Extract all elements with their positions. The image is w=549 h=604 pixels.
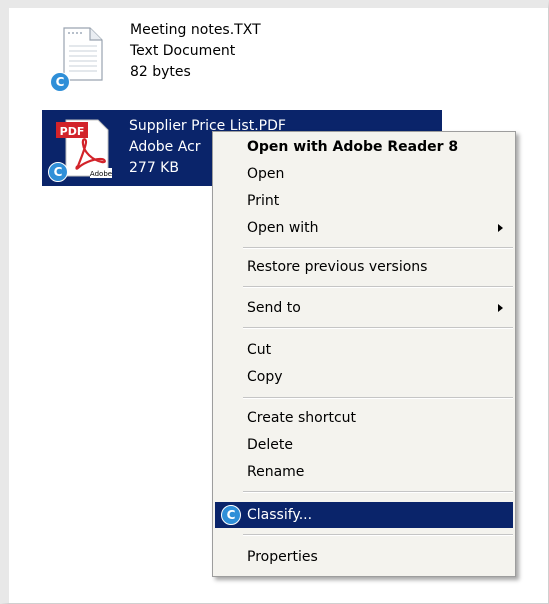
menu-item-print[interactable]: Print	[215, 188, 513, 214]
menu-item-label: Open with Adobe Reader 8	[247, 139, 459, 155]
menu-item-open-with-adobe-reader[interactable]: Open with Adobe Reader 8	[215, 134, 513, 160]
classify-icon: C	[221, 505, 241, 525]
menu-separator	[243, 491, 513, 493]
submenu-arrow-icon	[498, 224, 503, 232]
menu-item-label: Send to	[247, 300, 301, 316]
menu-item-rename[interactable]: Rename	[215, 459, 513, 485]
menu-item-copy[interactable]: Copy	[215, 364, 513, 390]
menu-item-restore-previous-versions[interactable]: Restore previous versions	[215, 254, 513, 280]
menu-item-properties[interactable]: Properties	[215, 544, 513, 570]
classification-badge-icon: C	[48, 162, 68, 182]
menu-item-delete[interactable]: Delete	[215, 432, 513, 458]
menu-separator	[243, 327, 513, 329]
menu-item-label: Rename	[247, 464, 305, 480]
menu-item-label: Cut	[247, 342, 272, 358]
adobe-brand-label: Adobe	[90, 170, 112, 178]
menu-item-cut[interactable]: Cut	[215, 337, 513, 363]
menu-item-label: Restore previous versions	[247, 259, 428, 275]
menu-item-create-shortcut[interactable]: Create shortcut	[215, 405, 513, 431]
context-menu: Open with Adobe Reader 8 Open Print Open…	[212, 131, 516, 577]
menu-item-label: Open with	[247, 220, 319, 236]
pdf-label: PDF	[60, 125, 85, 138]
file-type: Text Document	[130, 43, 236, 59]
menu-item-open[interactable]: Open	[215, 161, 513, 187]
menu-item-classify[interactable]: C Classify...	[215, 502, 513, 528]
menu-item-label: Create shortcut	[247, 410, 357, 426]
menu-item-open-with[interactable]: Open with	[215, 215, 513, 241]
menu-item-label: Classify...	[247, 507, 313, 523]
menu-item-send-to[interactable]: Send to	[215, 295, 513, 321]
classification-badge-icon: C	[50, 72, 70, 92]
menu-item-label: Print	[247, 193, 280, 209]
file-name: Meeting notes.TXT	[130, 22, 261, 38]
menu-separator	[243, 247, 513, 249]
menu-separator	[243, 286, 513, 288]
menu-separator	[243, 534, 513, 536]
menu-separator	[243, 397, 513, 399]
file-size: 82 bytes	[130, 64, 191, 80]
menu-item-label: Properties	[247, 549, 318, 565]
menu-item-label: Delete	[247, 437, 293, 453]
submenu-arrow-icon	[498, 304, 503, 312]
menu-item-label: Open	[247, 166, 285, 182]
file-item-meeting-notes[interactable]: C Meeting notes.TXT Text Document 82 byt…	[48, 20, 308, 92]
menu-item-label: Copy	[247, 369, 283, 385]
